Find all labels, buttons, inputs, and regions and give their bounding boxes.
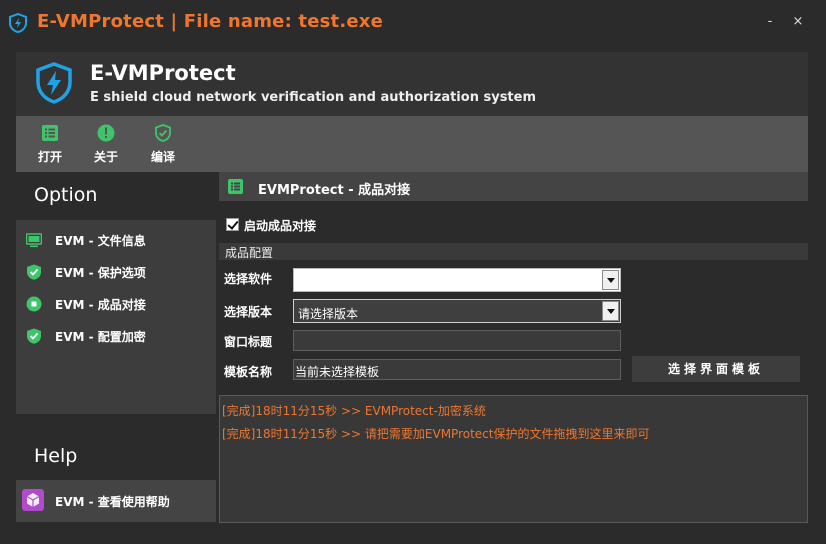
help-heading: Help: [34, 445, 78, 467]
sidebar-item-label: EVM - 文件信息: [55, 234, 146, 248]
sidebar-item-label: EVM - 成品对接: [55, 298, 146, 312]
header-title: E-VMProtect: [90, 61, 236, 85]
sidebar-item-file-info[interactable]: EVM - 文件信息: [16, 226, 216, 254]
template-label: 模板名称: [224, 365, 273, 379]
close-button[interactable]: ×: [788, 12, 808, 32]
software-label: 选择软件: [224, 272, 273, 286]
log-line: [完成]18时11分15秒 >> 请把需要加EVMProtect保护的文件拖拽到…: [222, 427, 650, 441]
template-name-value: 当前未选择模板: [295, 365, 380, 379]
chevron-down-icon[interactable]: [602, 301, 619, 321]
info-icon: [97, 124, 115, 142]
list-icon: [228, 179, 243, 194]
compile-button[interactable]: 编译: [143, 124, 183, 168]
chevron-down-icon[interactable]: [602, 270, 619, 290]
window-title: E-VMProtect | File name: test.exe: [37, 11, 384, 32]
sidebar-item-product-docking[interactable]: EVM - 成品对接: [16, 290, 216, 318]
window-title-label: 窗口标题: [224, 335, 273, 349]
about-label: 关于: [93, 150, 118, 164]
list-icon: [42, 125, 58, 141]
section-title: 成品配置: [225, 246, 274, 260]
shield-check-icon: [27, 264, 41, 280]
panel-title: EVMProtect - 成品对接: [258, 183, 411, 198]
toolbar: 打开 关于 编译: [16, 116, 808, 172]
sidebar-item-label: EVM - 配置加密: [55, 330, 146, 344]
checkbox-checked-icon[interactable]: [226, 218, 239, 231]
enable-docking-label: 启动成品对接: [244, 219, 317, 233]
shield-logo-icon: [36, 62, 72, 104]
select-template-button[interactable]: 选择界面模板: [632, 356, 800, 382]
title-bar: E-VMProtect | File name: test.exe - ×: [0, 0, 826, 44]
log-drop-area[interactable]: [完成]18时11分15秒 >> EVMProtect-加密系统 [完成]18时…: [219, 395, 808, 523]
option-heading-bar: Option: [16, 172, 216, 220]
about-button[interactable]: 关于: [86, 124, 126, 168]
option-sidebar: Option EVM - 文件信息 EVM - 保护选项 EVM - 成品对接 …: [16, 172, 216, 414]
app-header: E-VMProtect E shield cloud network verif…: [16, 52, 808, 116]
option-heading: Option: [34, 184, 98, 206]
cube-icon: [22, 489, 44, 511]
open-button[interactable]: 打开: [30, 124, 70, 168]
log-line: [完成]18时11分15秒 >> EVMProtect-加密系统: [222, 404, 486, 418]
window-title-input[interactable]: [293, 330, 621, 351]
shield-check-icon: [155, 124, 171, 142]
version-select-value: 请选择版本: [298, 307, 359, 321]
stop-circle-icon: [26, 296, 42, 312]
panel-header: EVMProtect - 成品对接: [219, 172, 808, 201]
help-item-label: EVM - 查看使用帮助: [55, 495, 170, 509]
sidebar-item-view-help[interactable]: EVM - 查看使用帮助: [16, 480, 216, 522]
software-select[interactable]: [293, 268, 621, 292]
shield-check-icon: [27, 328, 41, 344]
sidebar-item-protect-options[interactable]: EVM - 保护选项: [16, 258, 216, 286]
header-subtitle: E shield cloud network verification and …: [90, 90, 537, 105]
compile-label: 编译: [150, 150, 175, 164]
help-sidebar: Help EVM - 查看使用帮助: [16, 432, 216, 522]
version-label: 选择版本: [224, 305, 273, 319]
template-name-input[interactable]: 当前未选择模板: [293, 359, 621, 380]
sidebar-item-config-encrypt[interactable]: EVM - 配置加密: [16, 322, 216, 350]
minimize-button[interactable]: -: [760, 12, 780, 32]
open-label: 打开: [37, 150, 62, 164]
version-select[interactable]: 请选择版本: [293, 299, 621, 323]
shield-logo-icon: [9, 13, 27, 33]
sidebar-item-label: EVM - 保护选项: [55, 266, 146, 280]
monitor-icon: [26, 233, 42, 248]
section-header: 成品配置: [219, 243, 808, 260]
